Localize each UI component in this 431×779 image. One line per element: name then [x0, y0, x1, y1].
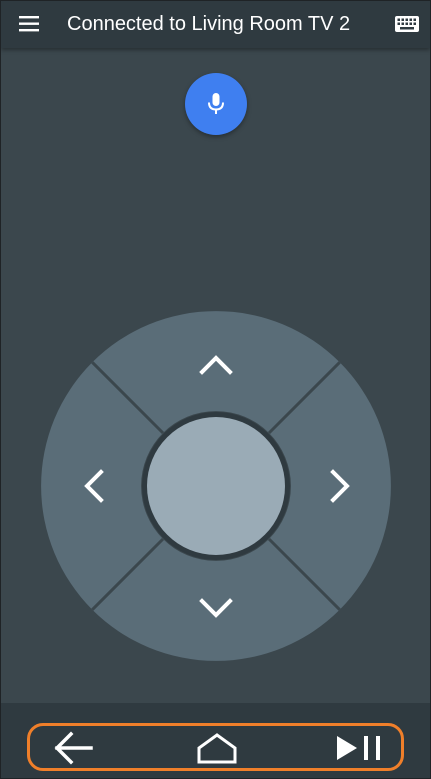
back-button[interactable]: [43, 728, 103, 768]
app-bar: Connected to Living Room TV 2: [1, 1, 430, 48]
keyboard-button[interactable]: [391, 10, 423, 38]
home-button[interactable]: [187, 728, 247, 768]
page-title: Connected to Living Room TV 2: [67, 13, 351, 35]
dpad-center-button[interactable]: [147, 417, 285, 555]
remote-screen: Connected to Living Room TV 2: [0, 0, 431, 779]
home-icon: [197, 733, 237, 764]
menu-button[interactable]: [13, 9, 45, 39]
hamburger-menu-icon: [19, 16, 39, 32]
keyboard-icon: [395, 16, 419, 32]
back-arrow-icon: [54, 731, 93, 765]
play-pause-icon: [337, 736, 380, 760]
play-pause-button[interactable]: [331, 728, 391, 768]
voice-search-button[interactable]: [185, 73, 247, 135]
microphone-icon: [208, 93, 224, 114]
dpad: [41, 311, 391, 661]
